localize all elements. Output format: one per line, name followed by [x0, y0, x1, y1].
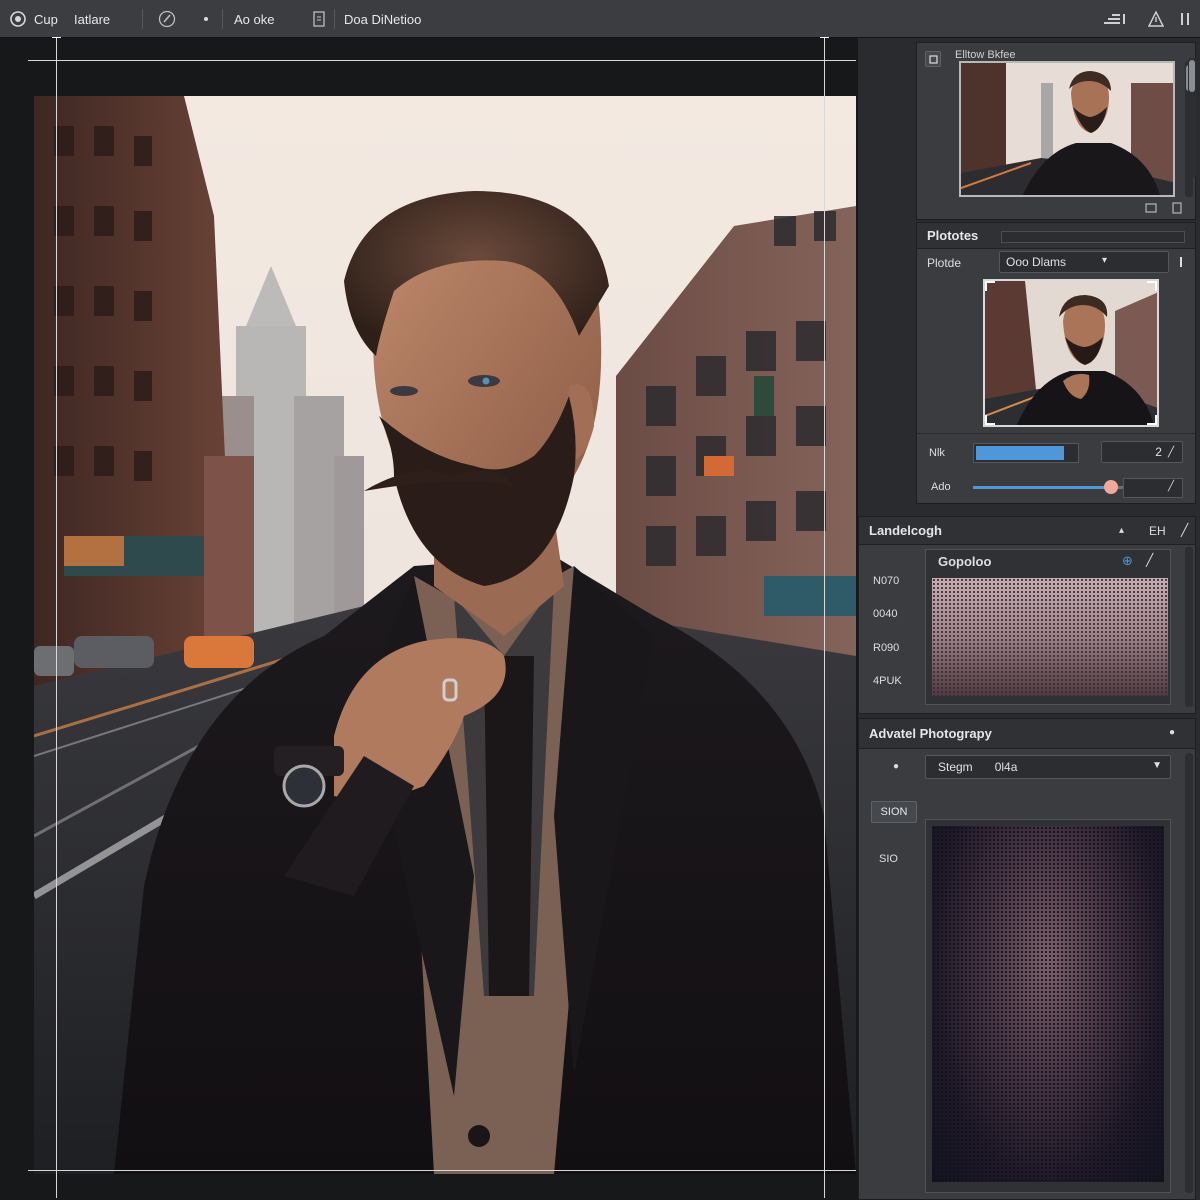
guide-handle[interactable] [52, 37, 61, 46]
toolbar-divider [334, 9, 335, 29]
advanced-header: Advatel Photograpy [859, 719, 1195, 749]
top-toolbar: Cup Iatlare Ao oke Doa DiNetioo [0, 0, 1200, 38]
field1-progress-track[interactable] [973, 443, 1079, 463]
landscape-side-label-4: 4PUK [873, 675, 902, 687]
dropdown-dot-icon[interactable] [202, 0, 210, 38]
slider-fill [973, 486, 1113, 489]
guide-line-right[interactable] [824, 38, 825, 1198]
field1-value: 2 [1155, 445, 1162, 459]
advanced-swatch-frame [925, 819, 1171, 1193]
crop-handle[interactable] [985, 415, 995, 425]
menu-item-iatlare[interactable]: Iatlare [74, 0, 110, 38]
guide-line-left[interactable] [56, 38, 57, 1198]
landscape-header: Landelcogh [859, 517, 1195, 545]
landscape-color-swatch[interactable] [932, 578, 1168, 696]
navigator-zoom-in-icon[interactable] [1169, 201, 1185, 215]
toolbar-divider [142, 9, 143, 29]
landscape-title: Landelcogh [869, 523, 942, 538]
canvas-workspace[interactable] [0, 37, 858, 1200]
advanced-side-label: SIO [879, 853, 898, 865]
properties-panel: Plototes Plotde Ooo Dlams ▾ Nlk 2 ╱ Ado … [916, 222, 1196, 504]
guide-line-bottom[interactable] [28, 1170, 856, 1171]
swatch-edit-icon[interactable]: ╱ [1146, 553, 1153, 567]
advanced-gradient-preview[interactable] [932, 826, 1164, 1182]
crop-handle[interactable] [1147, 281, 1157, 291]
link-icon[interactable]: ⊕ [1122, 553, 1133, 569]
landscape-swatch-label: Gopoloo [938, 554, 992, 569]
navigator-panel: Elltow Bkfee [916, 42, 1196, 220]
slider-knob[interactable] [1104, 480, 1118, 494]
brush-icon[interactable] [158, 0, 176, 38]
landscape-side-label-1: N070 [873, 575, 900, 587]
guide-line-top[interactable] [28, 60, 856, 61]
bullet-icon: ● [893, 761, 900, 772]
advanced-dropdown[interactable]: Stegm 0l4a ▼ [925, 755, 1171, 779]
guide-handle[interactable] [820, 37, 829, 46]
advanced-dropdown-value: 0l4a [994, 760, 1018, 774]
align-icon[interactable] [1102, 0, 1126, 38]
menu-item-ao-oke[interactable]: Ao oke [234, 0, 274, 38]
navigator-thumbnail[interactable] [959, 61, 1175, 197]
landscape-header-right-label: EH [1149, 524, 1166, 538]
chevron-down-icon: ▼ [1152, 760, 1162, 771]
landscape-collapse-icon[interactable]: ▴ [1119, 525, 1124, 536]
landscape-menu-icon[interactable]: ╱ [1181, 523, 1188, 537]
landscape-swatch-frame: Gopoloo ⊕ ╱ [925, 549, 1171, 705]
properties-dropdown-value: Ooo Dlams [1006, 255, 1067, 269]
field2-label: Ado [931, 481, 951, 493]
document-icon[interactable] [313, 0, 325, 38]
sion-button[interactable]: SION [871, 801, 917, 823]
advanced-scrollbar[interactable] [1185, 753, 1193, 1193]
app-logo-icon[interactable] [10, 0, 26, 38]
edit-icon: ╱ [1167, 481, 1174, 492]
properties-row-label: Plotde [927, 256, 962, 270]
toolbar-divider [222, 9, 223, 29]
dropdown-dot-icon[interactable]: ● [1169, 727, 1175, 738]
edit-icon: ╱ [1167, 446, 1174, 458]
field1-progress-fill [976, 446, 1064, 460]
navigator-zoom-out-icon[interactable] [1143, 201, 1159, 215]
properties-title-text: Plototes [927, 228, 979, 243]
field1-label: Nlk [929, 447, 945, 459]
warning-icon[interactable] [1148, 0, 1164, 38]
landscape-side-label-3: R090 [873, 642, 900, 654]
field1-input[interactable]: 2 ╱ [1101, 441, 1183, 463]
advanced-title: Advatel Photograpy [869, 726, 992, 741]
settings-icon[interactable] [1178, 0, 1192, 38]
slider-value-box[interactable]: ╱ [1123, 478, 1183, 498]
sion-button-label: SION [880, 806, 908, 818]
panel-divider [917, 433, 1195, 434]
navigator-menu-icon[interactable] [925, 51, 941, 67]
crop-handle[interactable] [985, 281, 995, 291]
menu-item-cup[interactable]: Cup [34, 0, 58, 38]
properties-header-bar [1001, 231, 1185, 243]
navigator-title: Elltow Bkfee [955, 49, 1016, 61]
document-canvas[interactable] [34, 96, 856, 1174]
landscape-panel: Landelcogh ▴ EH ╱ Gopoloo ⊕ ╱ N070 0040 … [858, 516, 1196, 714]
crop-handle[interactable] [1147, 415, 1157, 425]
properties-preview-image[interactable] [983, 279, 1159, 427]
properties-dropdown[interactable]: Ooo Dlams ▾ [999, 251, 1169, 273]
portrait-photo [34, 96, 856, 1174]
landscape-side-label-2: 0040 [873, 608, 898, 620]
landscape-scrollbar[interactable] [1185, 547, 1193, 707]
field2-slider[interactable]: ╱ [973, 478, 1183, 498]
dock-scrollbar[interactable] [1188, 58, 1196, 178]
advanced-photography-panel: Advatel Photograpy ● ● Stegm 0l4a ▼ SION… [858, 718, 1196, 1200]
document-title: Doa DiNetioo [344, 11, 422, 27]
properties-menu-icon[interactable] [1173, 253, 1189, 271]
advanced-dropdown-label: Stegm [938, 760, 973, 774]
right-panel-dock: Elltow Bkfee Plototes Plotde Ooo Dlams ▾… [858, 38, 1200, 1200]
chevron-down-icon: ▾ [1102, 255, 1108, 266]
